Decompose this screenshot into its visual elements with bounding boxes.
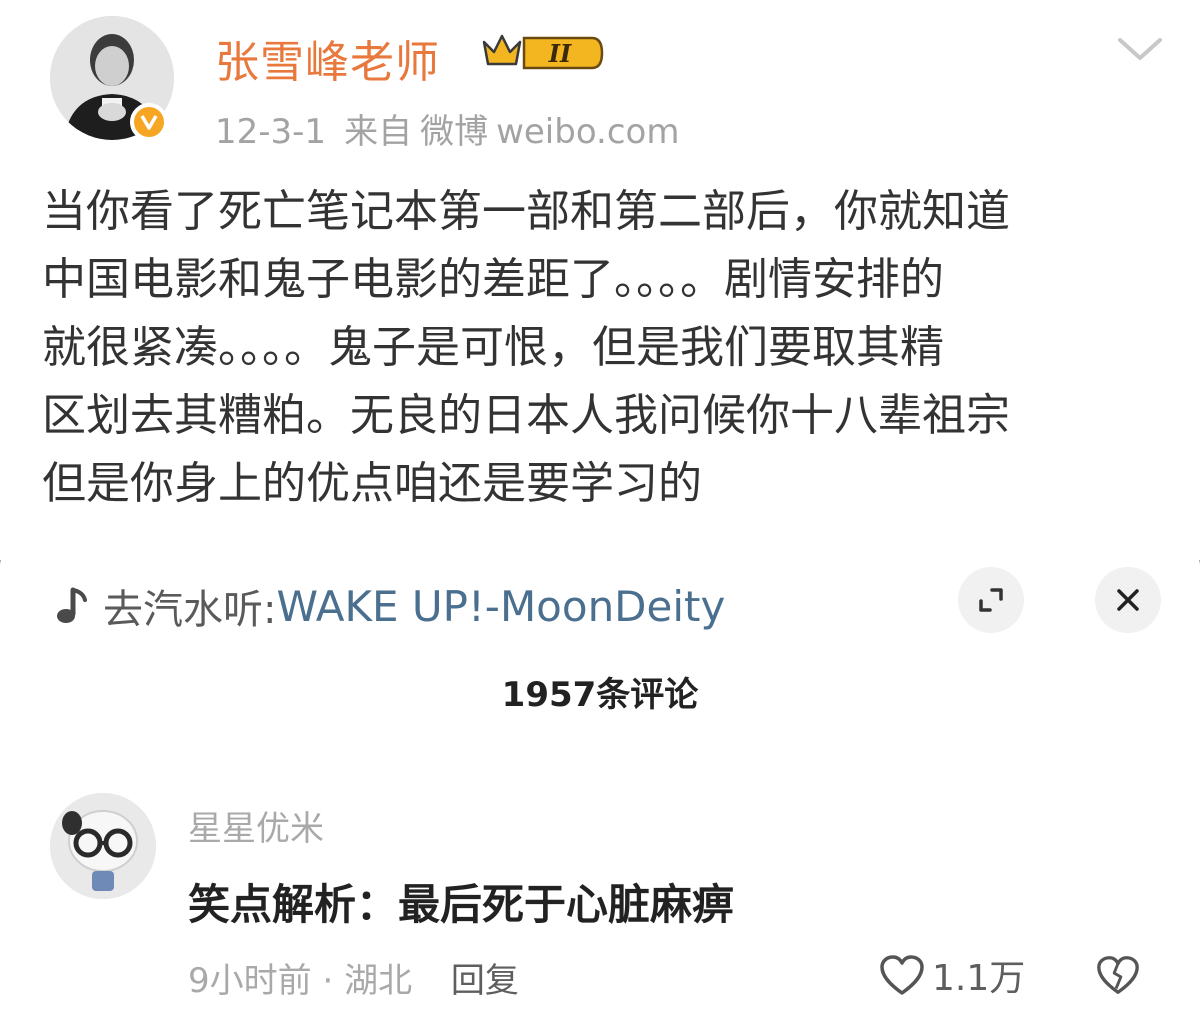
music-bar[interactable]: 去汽水听: WAKE UP!-MoonDeity <box>55 577 725 635</box>
comment-text: 笑点解析：最后死于心脏麻痹 <box>188 880 735 929</box>
close-button[interactable] <box>1095 567 1161 633</box>
close-icon <box>1117 589 1139 611</box>
post-body: 当你看了死亡笔记本第一部和第二部后，你就知道 中国电影和鬼子电影的差距了。。。。… <box>42 178 1162 518</box>
post-meta: 12-3-1 来自 微博 weibo.com <box>215 104 697 153</box>
reply-button[interactable]: 回复 <box>451 961 519 1001</box>
comment-meta: 9小时前 · 湖北 回复 <box>188 953 519 1002</box>
post-body-line: 当你看了死亡笔记本第一部和第二部后，你就知道 <box>42 186 1010 237</box>
post-body-line: 中国电影和鬼子电影的差距了。。。。剧情安排的 <box>42 254 944 305</box>
expand-icon <box>979 588 1003 612</box>
comments-count: 1957条评论 <box>501 675 699 715</box>
badge-level-text: II <box>548 39 572 68</box>
post-body-line: 就很紧凑。。。。鬼子是可恨，但是我们要取其精 <box>42 322 944 373</box>
post-body-line: 但是你身上的优点咱还是要学习的 <box>42 458 702 509</box>
post-source-app: 微博 <box>420 112 489 152</box>
music-prefix: 去汽水听: <box>103 587 277 633</box>
like-button[interactable]: 1.1万 <box>878 949 1025 1001</box>
heart-icon <box>880 955 924 995</box>
verified-badge-icon <box>130 103 168 141</box>
weibo-post: 张雪峰老师 II 12-3-1 来自 微博 weibo.com 当你看了死亡笔记本第一… <box>0 0 1200 560</box>
comment-location: 湖北 <box>344 961 413 1001</box>
post-source-prefix: 来自 <box>344 112 413 152</box>
comment-time: 9小时前 <box>188 961 312 1001</box>
music-title[interactable]: WAKE UP!-MoonDeity <box>276 582 725 631</box>
screenshot: 张雪峰老师 II 12-3-1 来自 微博 weibo.com 当你看了死亡笔记本第一… <box>0 0 1200 1015</box>
post-body-line: 区划去其糟粕。无良的日本人我问候你十八辈祖宗 <box>42 390 1010 441</box>
like-count: 1.1万 <box>932 958 1026 999</box>
comment-separator: · <box>322 961 334 1001</box>
commenter-avatar[interactable] <box>50 793 156 899</box>
music-note-icon <box>57 587 87 623</box>
commenter-name[interactable]: 星星优米 <box>188 801 324 850</box>
comments-sheet: 去汽水听: WAKE UP!-MoonDeity 1957条评论 星星优米 笑点… <box>0 535 1200 1015</box>
crown-level-badge-icon: II <box>482 34 604 70</box>
post-source-site: weibo.com <box>496 112 680 152</box>
post-date: 12-3-1 <box>215 112 327 152</box>
chevron-down-icon[interactable] <box>1116 36 1164 64</box>
expand-button[interactable] <box>958 567 1024 633</box>
broken-heart-icon[interactable] <box>1095 953 1141 997</box>
author-name[interactable]: 张雪峰老师 <box>215 26 440 90</box>
